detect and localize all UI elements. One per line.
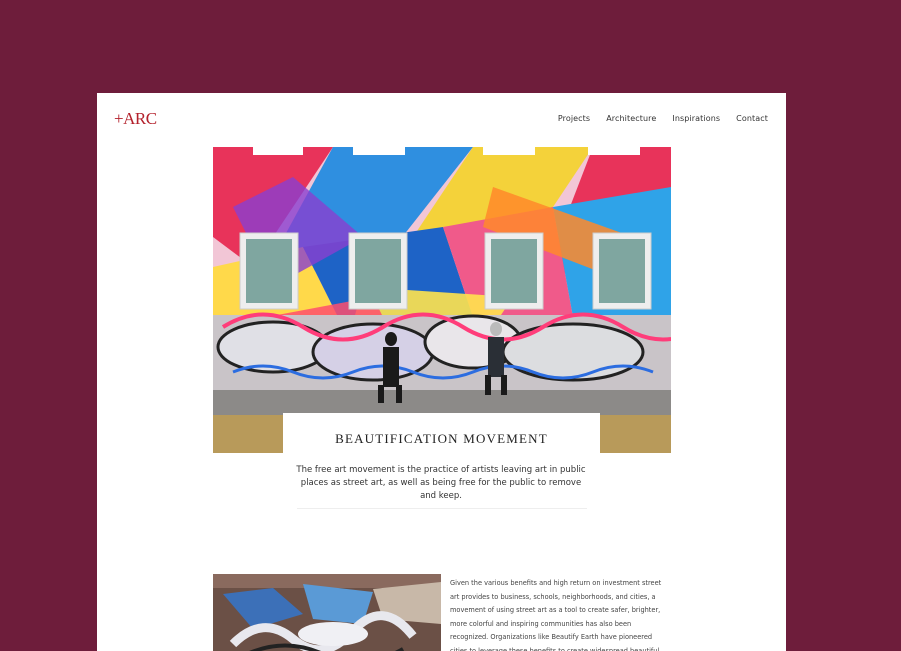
webpage: +ARC Projects Architecture Inspirations … [97, 93, 786, 651]
feature-card: BEAUTIFICATION MOVEMENT The free art mov… [283, 413, 600, 511]
hero-image [213, 147, 671, 453]
main-nav: Projects Architecture Inspirations Conta… [558, 114, 768, 123]
divider [297, 508, 587, 509]
nav-inspirations[interactable]: Inspirations [672, 114, 720, 123]
article-thumbnail [213, 574, 441, 651]
nav-contact[interactable]: Contact [736, 114, 768, 123]
feature-title: BEAUTIFICATION MOVEMENT [335, 431, 548, 446]
article-text: Given the various benefits and high retu… [450, 579, 662, 651]
feature-text: The free art movement is the practice of… [296, 465, 586, 501]
brand-logo[interactable]: +ARC [114, 109, 157, 129]
nav-architecture[interactable]: Architecture [606, 114, 656, 123]
nav-projects[interactable]: Projects [558, 114, 590, 123]
